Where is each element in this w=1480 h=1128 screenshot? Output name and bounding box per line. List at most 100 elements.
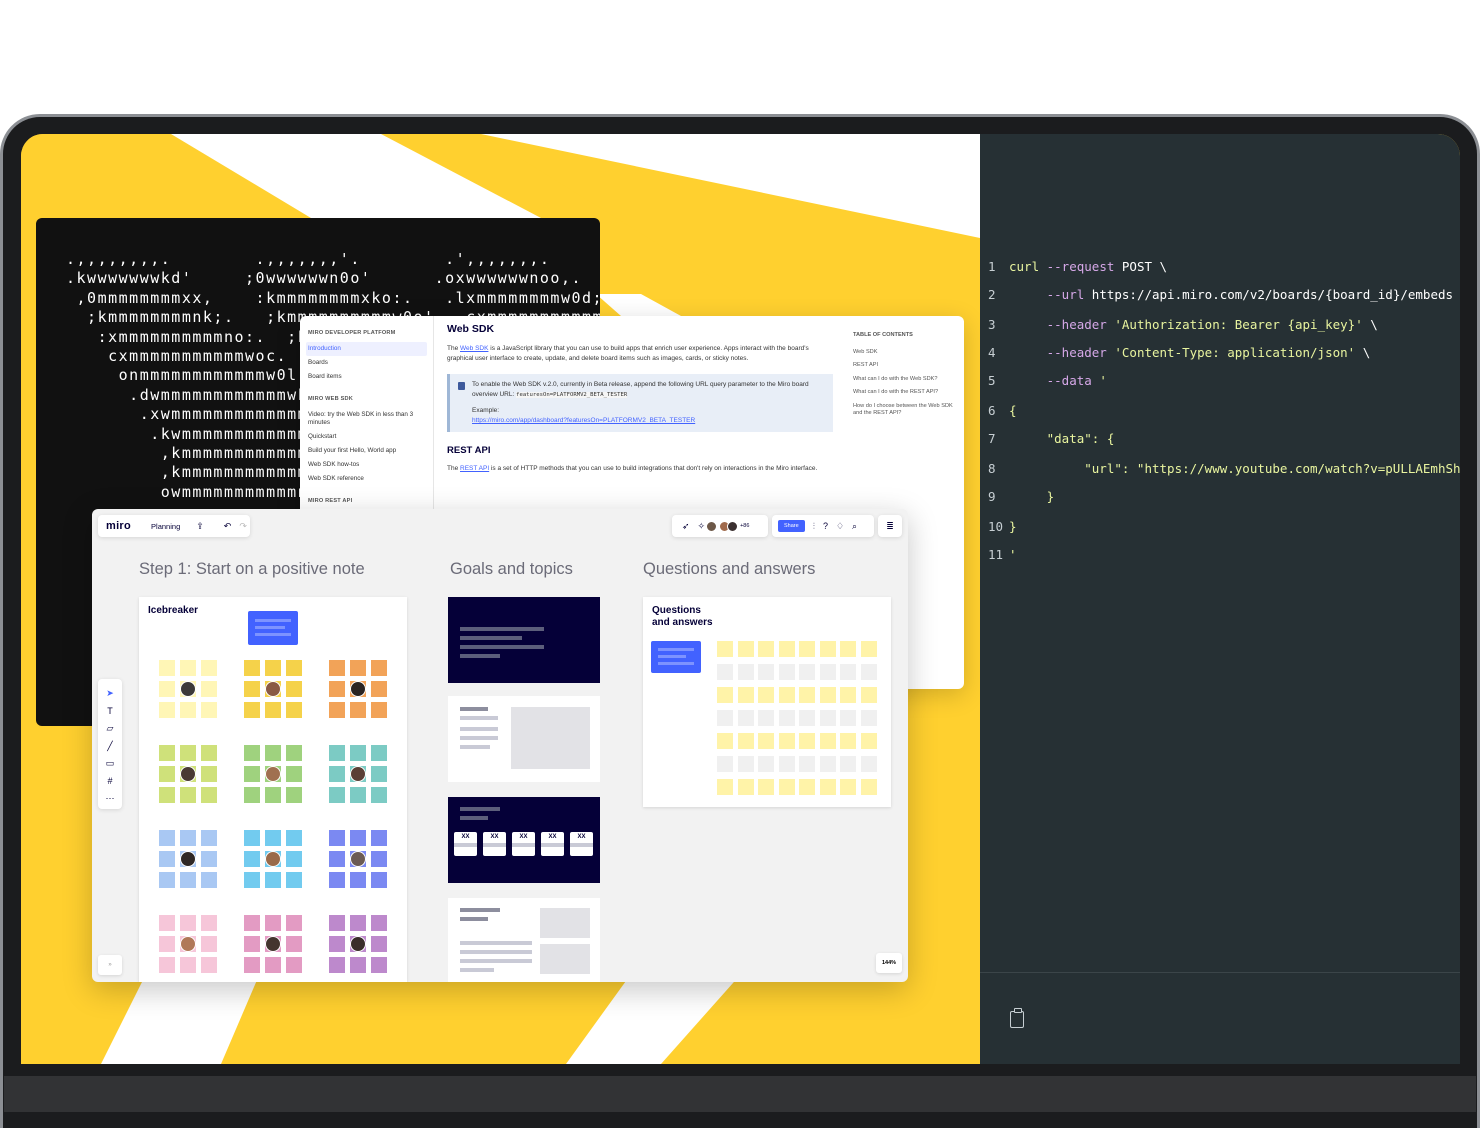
sticky-note[interactable] <box>286 915 302 931</box>
sticky-note[interactable] <box>737 756 754 772</box>
sticky-note[interactable] <box>819 756 836 772</box>
sticky-note[interactable] <box>371 660 387 676</box>
sticky-note[interactable] <box>286 936 302 952</box>
redo-icon[interactable]: ↷ <box>239 521 247 532</box>
sticky-note[interactable] <box>244 872 260 888</box>
agenda-card[interactable] <box>448 597 600 683</box>
sticky-note[interactable] <box>350 872 366 888</box>
select-icon[interactable]: ➤ <box>106 685 114 703</box>
sticky-note[interactable] <box>180 745 196 761</box>
sticky-note[interactable] <box>371 766 387 782</box>
sticky-note[interactable] <box>244 681 260 697</box>
voting-card[interactable]: XX XX XX XX XX <box>448 797 600 883</box>
sticky-note[interactable] <box>758 664 774 680</box>
sticky-note[interactable] <box>371 915 387 931</box>
more-icon[interactable]: ⋯ <box>106 790 115 808</box>
sticky-note[interactable] <box>860 641 877 657</box>
sticky-note[interactable] <box>180 957 196 973</box>
avatar[interactable] <box>180 851 196 867</box>
cursor-icon[interactable]: ➶ <box>682 521 690 532</box>
questions-frame[interactable]: Questions and answers <box>643 597 891 807</box>
toc-item[interactable]: What can I do with the REST API? <box>853 389 953 397</box>
sticky-note[interactable] <box>201 915 217 931</box>
sticky-note[interactable] <box>860 756 877 772</box>
sticky-note[interactable] <box>350 745 366 761</box>
text-icon[interactable]: T <box>107 703 113 721</box>
reaction-icon[interactable]: ✧ <box>698 521 706 532</box>
sticky-note[interactable] <box>717 733 733 749</box>
pen-icon[interactable]: ╱ <box>107 738 112 756</box>
topic-card[interactable] <box>448 696 600 782</box>
sticky-note[interactable] <box>758 641 774 657</box>
sticky-note[interactable] <box>329 681 345 697</box>
sticky-note[interactable] <box>201 957 217 973</box>
sticky-note[interactable] <box>758 733 774 749</box>
sticky-note[interactable] <box>286 766 302 782</box>
sticky-note[interactable] <box>371 745 387 761</box>
sticky-note[interactable] <box>286 787 302 803</box>
sidebar-item-video[interactable]: Video: try the Web SDK in less than 3 mi… <box>306 408 427 430</box>
sticky-note[interactable] <box>265 702 281 718</box>
avatar[interactable] <box>350 936 366 952</box>
avatar[interactable] <box>265 851 281 867</box>
sticky-note[interactable] <box>799 641 815 657</box>
sticky-note[interactable] <box>159 957 175 973</box>
avatar[interactable] <box>180 936 196 952</box>
sticky-note[interactable] <box>350 957 366 973</box>
sticky-note[interactable] <box>799 664 815 680</box>
sticky-note[interactable] <box>371 936 387 952</box>
sticky-note[interactable] <box>286 872 302 888</box>
toc-item[interactable]: Web SDK <box>853 349 953 357</box>
sticky-note[interactable] <box>265 872 281 888</box>
sticky-note[interactable] <box>371 851 387 867</box>
clipboard-icon[interactable] <box>1010 1008 1024 1028</box>
sticky-note[interactable] <box>860 733 877 749</box>
vote-chip[interactable]: XX <box>454 832 477 856</box>
avatar[interactable] <box>180 681 196 697</box>
sticky-note[interactable] <box>737 710 754 726</box>
sticky-note[interactable] <box>758 779 774 795</box>
miro-logo[interactable]: miro <box>106 520 131 532</box>
toc-item[interactable]: How do I choose between the Web SDK and … <box>853 403 953 418</box>
sticky-note[interactable] <box>350 787 366 803</box>
avatar[interactable] <box>265 936 281 952</box>
sticky-note[interactable] <box>778 733 795 749</box>
sticky-note[interactable] <box>159 660 175 676</box>
notes-card[interactable] <box>448 898 600 982</box>
sticky-note[interactable] <box>329 851 345 867</box>
sticky-note-icon[interactable]: ▱ <box>107 720 114 738</box>
sticky-note[interactable] <box>329 936 345 952</box>
sticky-note[interactable] <box>329 872 345 888</box>
sidebar-item-board-items[interactable]: Board items <box>306 370 427 384</box>
sticky-note[interactable] <box>371 681 387 697</box>
sticky-note[interactable] <box>737 641 754 657</box>
avatar[interactable] <box>727 520 739 532</box>
sticky-note[interactable] <box>778 641 795 657</box>
sidebar-item-quickstart[interactable]: Quickstart <box>306 430 427 444</box>
sticky-note[interactable] <box>201 681 217 697</box>
sticky-note[interactable] <box>201 936 217 952</box>
sticky-note[interactable] <box>180 830 196 846</box>
sticky-note[interactable] <box>329 787 345 803</box>
sticky-note[interactable] <box>371 872 387 888</box>
share-button[interactable]: Share <box>778 520 805 532</box>
sticky-note[interactable] <box>244 766 260 782</box>
sticky-note[interactable] <box>244 830 260 846</box>
sticky-note[interactable] <box>840 641 856 657</box>
sticky-note[interactable] <box>180 702 196 718</box>
sticky-note[interactable] <box>159 702 175 718</box>
sticky-note[interactable] <box>265 957 281 973</box>
avatar[interactable] <box>180 766 196 782</box>
sticky-note[interactable] <box>840 687 856 703</box>
sticky-note[interactable] <box>159 915 175 931</box>
sticky-note[interactable] <box>371 830 387 846</box>
board-name[interactable]: Planning <box>151 522 180 531</box>
sticky-note[interactable] <box>819 687 836 703</box>
sticky-note[interactable] <box>717 641 733 657</box>
sticky-note[interactable] <box>329 957 345 973</box>
sticky-note[interactable] <box>265 745 281 761</box>
sticky-note[interactable] <box>717 710 733 726</box>
sticky-note[interactable] <box>286 851 302 867</box>
sticky-note[interactable] <box>201 830 217 846</box>
undo-icon[interactable]: ↶ <box>224 521 232 532</box>
